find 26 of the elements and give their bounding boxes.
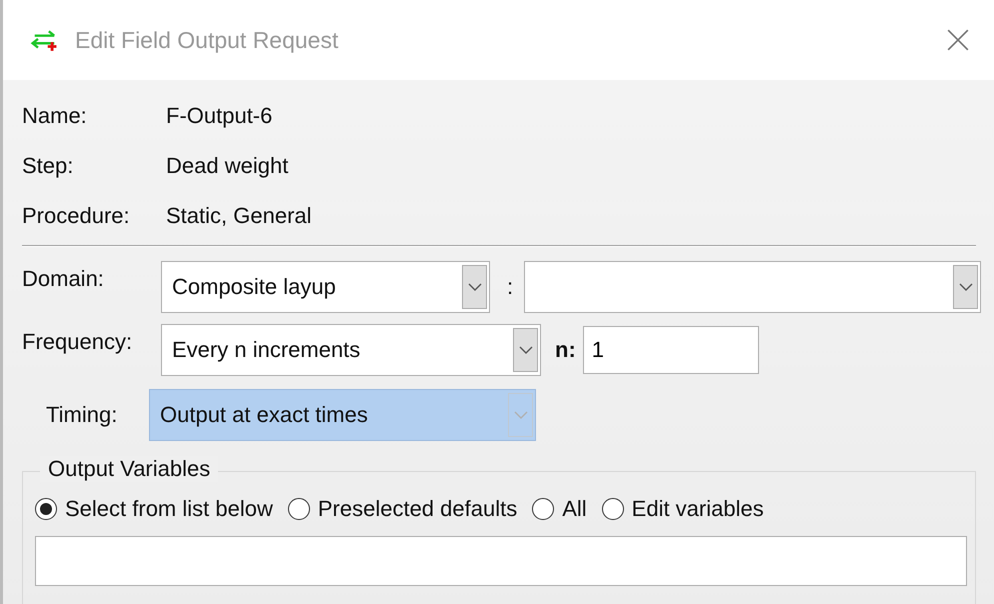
radio-button[interactable]: Preselected defaults (288, 496, 518, 522)
field-label: Domain: (22, 265, 105, 293)
separator-label: : (507, 274, 514, 300)
dropdown[interactable]: Composite layup (161, 261, 490, 313)
radio-button[interactable]: Select from list below (35, 496, 273, 522)
chevron-icon (512, 409, 528, 421)
radio-button[interactable]: All (532, 496, 587, 522)
field-value: F-Output-6 (166, 102, 274, 130)
field-label: Name: (22, 102, 88, 130)
radio-button[interactable]: Edit variables (602, 496, 764, 522)
field-label: Procedure: (22, 202, 131, 230)
chevron-icon (466, 281, 482, 293)
list-field[interactable] (35, 536, 967, 586)
n-input-field[interactable]: 1 (582, 326, 759, 374)
field-value: Dead weight (166, 152, 290, 180)
field-label: Timing: (46, 402, 118, 428)
field-label: Step: (22, 152, 74, 180)
dropdown[interactable]: Every n increments (161, 324, 541, 376)
dropdown[interactable] (524, 261, 982, 313)
field-label: Frequency: (22, 328, 134, 356)
chevron-icon (958, 281, 974, 293)
field-value: Static, General (166, 202, 313, 230)
chevron-icon (518, 344, 534, 356)
field-label: n: (555, 337, 576, 363)
close-icon (946, 28, 970, 52)
window-title: Edit Field Output Request (75, 26, 338, 54)
